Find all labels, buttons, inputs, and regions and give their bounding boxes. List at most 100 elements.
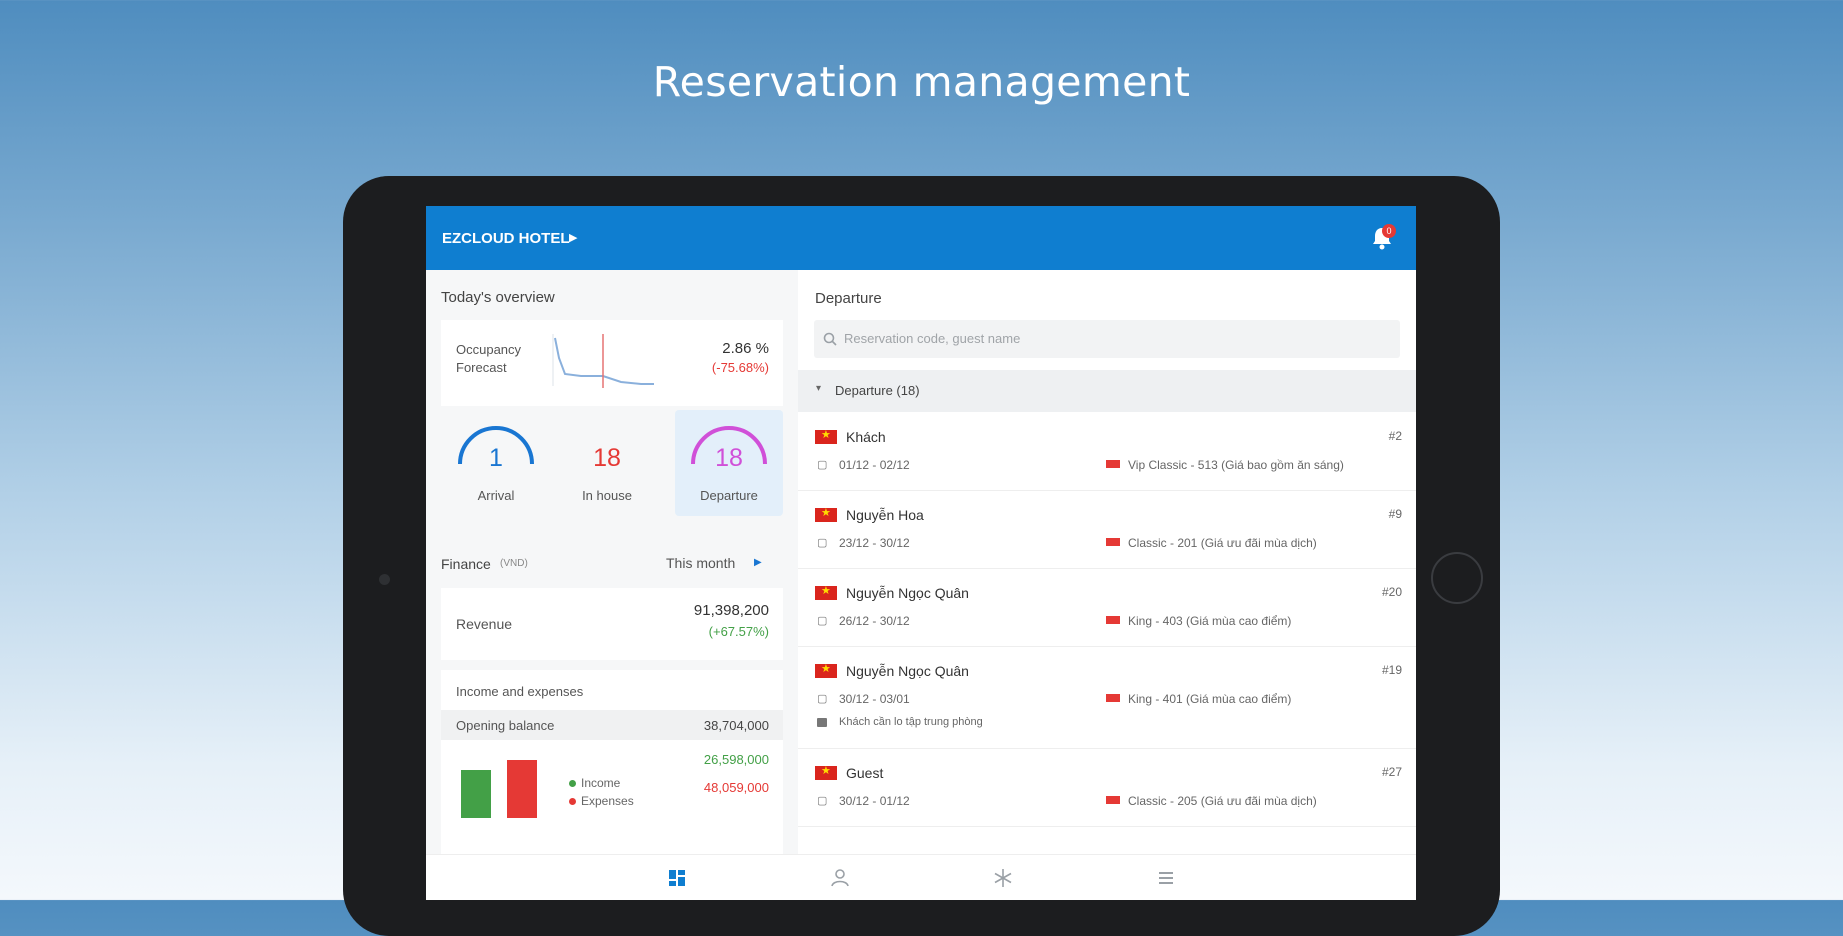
finance-title: Finance <box>441 556 491 572</box>
inhouse-count: 18 <box>593 444 621 472</box>
departure-item[interactable]: Nguyễn Ngọc Quân #19 ▢ 30/12 - 03/01 Kin… <box>798 646 1416 749</box>
room-info: Classic - 205 (Giá ưu đãi mùa dịch) <box>1128 794 1317 808</box>
expenses-label: Expenses <box>581 794 634 808</box>
reservation-code: #9 <box>1388 507 1402 521</box>
income-expenses-card[interactable]: Income and expenses Opening balance 38,7… <box>441 670 783 854</box>
reservation-note: Khách cần lo tập trung phòng <box>839 716 983 728</box>
guest-name: Nguyễn Ngọc Quân <box>846 585 969 601</box>
home-button[interactable] <box>1431 552 1483 604</box>
bed-icon <box>1106 694 1120 702</box>
arrival-stat[interactable]: 1 Arrival <box>446 416 546 516</box>
bed-icon <box>1106 616 1120 624</box>
expenses-legend-dot <box>569 798 576 805</box>
occupancy-label-2: Forecast <box>456 360 507 375</box>
room-info: King - 403 (Giá mùa cao điểm) <box>1128 614 1292 628</box>
bed-icon <box>1106 538 1120 546</box>
revenue-change: (+67.57%) <box>708 624 769 639</box>
dashboard-icon[interactable] <box>666 867 688 889</box>
departure-title: Departure <box>815 290 882 307</box>
income-expenses-title: Income and expenses <box>456 684 584 699</box>
guest-name: Nguyễn Hoa <box>846 507 924 523</box>
bed-icon <box>1106 796 1120 804</box>
departure-panel: Departure Reservation code, guest name ▾… <box>798 270 1416 854</box>
departure-group-label: Departure (18) <box>835 383 920 398</box>
guest-name: Khách <box>846 429 886 445</box>
opening-balance-label: Opening balance <box>456 718 555 733</box>
expenses-bar <box>507 760 537 818</box>
stay-dates: 01/12 - 02/12 <box>839 458 910 472</box>
bed-icon <box>1106 460 1120 468</box>
search-placeholder: Reservation code, guest name <box>844 331 1021 346</box>
room-info: Vip Classic - 513 (Giá bao gồm ăn sáng) <box>1128 458 1344 472</box>
departure-item[interactable]: Nguyễn Ngọc Quân #20 ▢ 26/12 - 30/12 Kin… <box>798 568 1416 647</box>
calendar-icon: ▢ <box>817 459 828 471</box>
chevron-right-icon[interactable]: ▶ <box>569 231 577 244</box>
menu-icon[interactable] <box>1155 867 1177 889</box>
arrival-count: 1 <box>489 444 503 472</box>
occupancy-sparkline <box>552 334 654 388</box>
departure-group-header[interactable]: ▾ Departure (18) <box>798 370 1416 412</box>
income-value: 26,598,000 <box>703 752 769 767</box>
vietnam-flag-icon <box>815 428 837 444</box>
guest-name: Nguyễn Ngọc Quân <box>846 663 969 679</box>
calendar-icon: ▢ <box>817 537 828 549</box>
calendar-icon: ▢ <box>817 795 828 807</box>
departure-item[interactable]: Guest #27 ▢ 30/12 - 01/12 Classic - 205 … <box>798 748 1416 827</box>
hotel-name[interactable]: EZCLOUD HOTEL <box>442 230 570 247</box>
camera-icon <box>379 574 390 585</box>
revenue-card[interactable]: Revenue 91,398,200 (+67.57%) <box>441 588 783 660</box>
reservation-code: #27 <box>1381 765 1402 779</box>
finance-period[interactable]: This month <box>666 555 735 571</box>
departure-stat[interactable]: 18 Departure <box>675 410 783 516</box>
vietnam-flag-icon <box>815 764 837 780</box>
guest-name: Guest <box>846 765 884 781</box>
stay-dates: 26/12 - 30/12 <box>839 614 910 628</box>
headline: Reservation management <box>652 58 1191 106</box>
calendar-icon: ▢ <box>817 615 828 627</box>
overview-panel: Today's overview Occupancy Forecast 2.86… <box>426 270 798 854</box>
stay-dates: 30/12 - 03/01 <box>839 692 910 706</box>
overview-title: Today's overview <box>441 289 555 306</box>
stay-dates: 23/12 - 30/12 <box>839 536 910 550</box>
search-input[interactable]: Reservation code, guest name <box>814 320 1400 358</box>
stay-dates: 30/12 - 01/12 <box>839 794 910 808</box>
income-legend-dot <box>569 780 576 787</box>
vietnam-flag-icon <box>815 506 837 522</box>
departure-count: 18 <box>715 444 743 472</box>
arrival-label: Arrival <box>477 488 515 503</box>
occupancy-change: (-75.68%) <box>711 360 769 375</box>
income-label: Income <box>581 776 621 790</box>
departure-item[interactable]: Nguyễn Hoa #9 ▢ 23/12 - 30/12 Classic - … <box>798 490 1416 569</box>
room-info: King - 401 (Giá mùa cao điểm) <box>1128 692 1292 706</box>
notification-badge: 0 <box>1382 224 1396 238</box>
finance-currency: (VND) <box>500 558 528 569</box>
bottom-navigation <box>426 854 1416 900</box>
expenses-value: 48,059,000 <box>703 780 769 795</box>
opening-balance-row: Opening balance 38,704,000 <box>441 710 783 740</box>
reservation-code: #19 <box>1381 663 1402 677</box>
vietnam-flag-icon <box>815 584 837 600</box>
inhouse-stat[interactable]: 18 In house <box>557 416 657 516</box>
opening-balance-value: 38,704,000 <box>703 718 769 733</box>
reservation-code: #2 <box>1388 429 1402 443</box>
chevron-down-icon: ▾ <box>816 383 822 394</box>
person-icon[interactable] <box>829 867 851 889</box>
income-bar <box>461 770 491 818</box>
reservation-code: #20 <box>1381 585 1402 599</box>
occupancy-value: 2.86 % <box>722 340 769 357</box>
stats-row: 1 Arrival 18 In house 18 Departure <box>441 410 783 516</box>
occupancy-card[interactable]: Occupancy Forecast 2.86 % (-75.68%) <box>441 320 783 406</box>
app-screen: EZCLOUD HOTEL ▶ 0 Today's overview Occup… <box>426 206 1416 900</box>
note-icon <box>817 718 827 727</box>
calendar-icon: ▢ <box>817 693 828 705</box>
occupancy-label-1: Occupancy <box>456 342 522 357</box>
chevron-right-icon[interactable]: ▶ <box>754 557 762 568</box>
app-bar: EZCLOUD HOTEL ▶ 0 <box>426 206 1416 270</box>
revenue-value: 91,398,200 <box>693 602 769 619</box>
snowflake-icon[interactable] <box>992 867 1014 889</box>
departure-stat-label: Departure <box>700 488 758 503</box>
vietnam-flag-icon <box>815 662 837 678</box>
departure-item[interactable]: Khách #2 ▢ 01/12 - 02/12 Vip Classic - 5… <box>798 412 1416 491</box>
inhouse-label: In house <box>582 488 632 503</box>
search-icon <box>823 332 837 346</box>
